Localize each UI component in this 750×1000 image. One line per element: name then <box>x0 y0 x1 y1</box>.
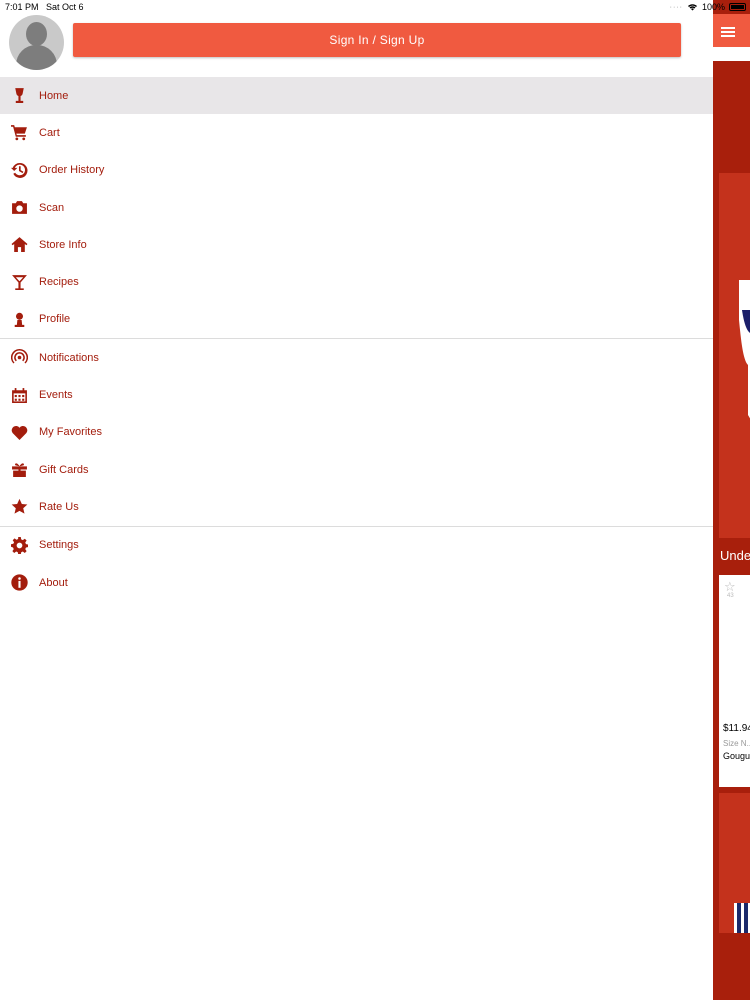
menu-item-label: Recipes <box>39 276 79 289</box>
product-price: $11.94 <box>723 723 750 734</box>
signal-dots-icon: ···· <box>669 3 683 11</box>
cart-icon <box>0 114 39 151</box>
menu-item-label: Cart <box>39 126 60 139</box>
menu-item-my-favorites[interactable]: My Favorites <box>0 414 713 451</box>
status-bar: 7:01 PM Sat Oct 6 ···· 100% <box>0 0 750 14</box>
menu-item-order-history[interactable]: Order History <box>0 152 713 189</box>
menu-item-label: Home <box>39 89 69 102</box>
gear-icon <box>0 527 39 564</box>
heart-icon <box>0 414 39 451</box>
cocktail-icon <box>0 263 39 300</box>
menu-item-label: Gift Cards <box>39 463 89 476</box>
drawer-menu: Home Cart Order History Scan Store Info … <box>0 77 713 601</box>
avatar[interactable] <box>9 15 64 70</box>
section-title-partial: Unde <box>720 548 750 563</box>
menu-item-gift-cards[interactable]: Gift Cards <box>0 451 713 488</box>
wifi-icon <box>687 4 697 11</box>
background-screen[interactable]: Unde ☆ 43 $11.94 Size N... Gougu... <box>713 0 750 1000</box>
info-icon <box>0 564 39 601</box>
store-icon <box>0 226 39 263</box>
broadcast-icon <box>0 339 39 376</box>
product-card[interactable]: ☆ 43 $11.94 Size N... Gougu... <box>719 575 750 787</box>
person-icon <box>0 301 39 338</box>
gift-icon <box>0 451 39 488</box>
menu-item-label: Notifications <box>39 351 99 364</box>
menu-item-settings[interactable]: Settings <box>0 527 713 564</box>
menu-item-home[interactable]: Home <box>0 77 713 115</box>
side-drawer: Sign In / Sign Up Home Cart Order Histor… <box>0 0 713 1000</box>
rating-count: 43 <box>727 593 734 599</box>
menu-item-store-info[interactable]: Store Info <box>0 226 713 263</box>
menu-item-scan[interactable]: Scan <box>0 189 713 226</box>
menu-item-profile[interactable]: Profile <box>0 301 713 338</box>
hamburger-menu-icon[interactable] <box>721 27 735 37</box>
avatar-head <box>26 22 47 46</box>
menu-item-label: Profile <box>39 313 71 326</box>
avatar-body <box>16 45 57 70</box>
menu-item-label: My Favorites <box>39 426 102 439</box>
menu-item-label: Store Info <box>39 238 87 251</box>
menu-item-label: Order History <box>39 164 105 177</box>
menu-item-label: About <box>39 576 68 589</box>
menu-item-events[interactable]: Events <box>0 376 713 413</box>
striped-graphic <box>734 903 750 933</box>
camera-icon <box>0 189 39 226</box>
menu-item-about[interactable]: About <box>0 564 713 601</box>
battery-percent: 100% <box>701 2 725 12</box>
wine-glass-icon <box>0 77 39 114</box>
battery-icon <box>729 3 746 11</box>
header-strip <box>713 47 750 61</box>
promo-banner-2[interactable] <box>719 793 750 933</box>
wine-glass-graphic-icon <box>739 280 750 419</box>
menu-item-notifications[interactable]: Notifications <box>0 339 713 376</box>
star-icon <box>0 488 39 525</box>
product-name: Gougu... <box>723 751 750 761</box>
status-right: ···· 100% <box>670 2 746 12</box>
app-header-bar <box>713 14 750 47</box>
menu-item-label: Rate Us <box>39 500 79 513</box>
calendar-icon <box>0 376 39 413</box>
history-icon <box>0 152 39 189</box>
menu-item-rate-us[interactable]: Rate Us <box>0 488 713 525</box>
menu-item-cart[interactable]: Cart <box>0 114 713 151</box>
menu-item-label: Events <box>39 389 73 402</box>
status-time: 7:01 PM Sat Oct 6 <box>5 2 84 12</box>
promo-banner[interactable] <box>719 173 750 538</box>
menu-item-label: Scan <box>39 201 65 214</box>
menu-item-recipes[interactable]: Recipes <box>0 263 713 300</box>
menu-item-label: Settings <box>39 539 79 552</box>
sign-in-button[interactable]: Sign In / Sign Up <box>73 23 681 57</box>
product-size: Size N... <box>723 739 750 748</box>
